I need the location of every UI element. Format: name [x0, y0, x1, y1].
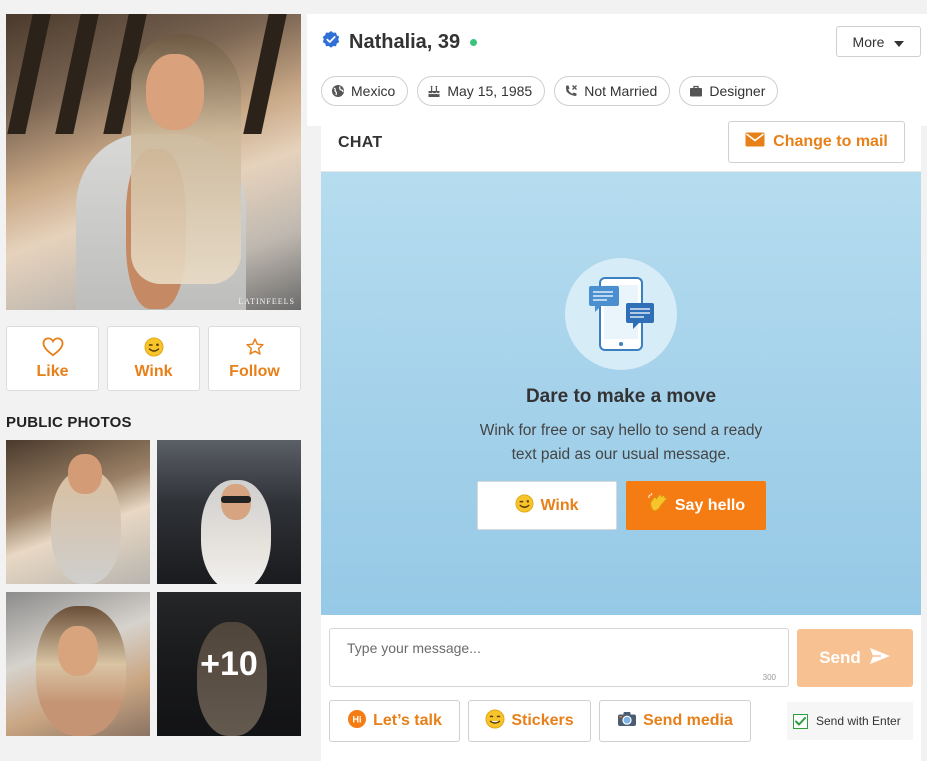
stickers-label: Stickers	[511, 712, 574, 729]
lets-talk-button[interactable]: Hi Let’s talk	[329, 700, 460, 742]
follow-label: Follow	[229, 362, 280, 380]
chip-marital-status-label: Not Married	[584, 83, 658, 99]
photo-detail	[146, 54, 204, 130]
send-with-enter-checkbox[interactable]	[793, 713, 808, 729]
heart-icon	[42, 336, 64, 357]
chip-birthday: May 15, 1985	[417, 76, 546, 106]
more-dropdown[interactable]: More	[836, 26, 921, 57]
chip-occupation: Designer	[679, 76, 779, 106]
photo-detail	[58, 626, 98, 676]
wink-emoji-icon	[143, 337, 165, 357]
verified-badge-icon	[321, 30, 341, 55]
chat-panel: CHAT Change to mail Dare to make a move …	[321, 112, 921, 761]
photo-watermark: LATINFEELS	[238, 297, 295, 306]
profile-name: Nathalia, 39	[349, 31, 461, 53]
photo-detail	[55, 14, 99, 134]
profile-info-chips: Mexico May 15, 1985 Not Married Designer	[321, 76, 779, 106]
photo-detail	[68, 454, 102, 494]
char-limit-counter: 300	[762, 673, 776, 682]
chip-birthday-label: May 15, 1985	[447, 83, 533, 99]
more-photos-count: +10	[157, 592, 301, 736]
wink-emoji-icon	[515, 493, 534, 518]
change-to-mail-label: Change to mail	[773, 133, 888, 150]
left-column: LATINFEELS Like Wink Follow PUBLIC PHOTO…	[0, 0, 307, 761]
chip-occupation-label: Designer	[709, 83, 766, 99]
envelope-icon	[745, 132, 765, 152]
change-to-mail-button[interactable]: Change to mail	[728, 121, 905, 163]
photo-detail	[221, 496, 251, 503]
message-input[interactable]	[330, 629, 788, 686]
chip-country: Mexico	[321, 76, 409, 106]
follow-button[interactable]: Follow	[208, 326, 301, 391]
public-photos-title: PUBLIC PHOTOS	[6, 414, 132, 431]
wink-button[interactable]: Wink	[477, 481, 617, 530]
public-photo-thumb[interactable]	[6, 592, 150, 736]
say-hello-label: Say hello	[674, 496, 746, 514]
send-media-button[interactable]: Send media	[599, 700, 751, 742]
waving-hand-icon	[647, 492, 669, 519]
photo-detail	[7, 14, 51, 134]
profile-main-photo[interactable]: LATINFEELS	[6, 14, 301, 310]
caret-down-icon	[894, 34, 905, 50]
send-with-enter-label: Send with Enter	[816, 714, 901, 728]
star-icon	[244, 337, 266, 357]
profile-header: Nathalia, 39 More Mexico May 15, 1985 No…	[307, 14, 927, 126]
lets-talk-label: Let’s talk	[373, 712, 442, 729]
wink-profile-button[interactable]: Wink	[107, 326, 200, 391]
camera-icon	[617, 711, 637, 732]
like-button[interactable]: Like	[6, 326, 99, 391]
send-label: Send	[819, 648, 861, 667]
globe-icon	[331, 84, 345, 98]
chat-header: CHAT Change to mail	[321, 112, 921, 172]
send-button[interactable]: Send	[797, 629, 913, 687]
like-label: Like	[36, 362, 69, 380]
public-photo-thumb-more[interactable]: +10	[157, 592, 301, 736]
stickers-button[interactable]: Stickers	[468, 700, 591, 742]
birthday-cake-icon	[427, 84, 441, 98]
wink-profile-label: Wink	[134, 362, 173, 380]
hi-bubble-icon: Hi	[347, 709, 367, 734]
photo-detail	[243, 14, 287, 134]
send-with-enter-toggle[interactable]: Send with Enter	[787, 702, 913, 740]
phone-off-icon	[564, 84, 578, 98]
public-photo-thumb[interactable]	[157, 440, 301, 584]
profile-name-row: Nathalia, 39	[321, 30, 478, 55]
paper-plane-icon	[869, 647, 891, 670]
send-media-label: Send media	[643, 712, 733, 729]
briefcase-icon	[689, 84, 703, 98]
chip-marital-status: Not Married	[554, 76, 671, 106]
public-photo-thumb[interactable]	[6, 440, 150, 584]
online-status-indicator	[470, 39, 478, 46]
message-composer: 300	[329, 628, 789, 687]
say-hello-button[interactable]: Say hello	[626, 481, 766, 530]
sticker-emoji-icon	[485, 709, 505, 734]
more-label: More	[852, 33, 885, 50]
chat-prompt-title: Dare to make a move	[525, 386, 717, 407]
svg-text:Hi: Hi	[353, 714, 362, 724]
chat-prompt-subtitle: Wink for free or say hello to send a rea…	[479, 422, 763, 463]
wink-button-label: Wink	[540, 496, 579, 514]
chat-phone-illustration-icon	[565, 258, 677, 370]
chat-message-area: Dare to make a move Wink for free or say…	[321, 172, 921, 615]
chat-title: CHAT	[338, 134, 383, 151]
chip-country-label: Mexico	[351, 83, 396, 99]
